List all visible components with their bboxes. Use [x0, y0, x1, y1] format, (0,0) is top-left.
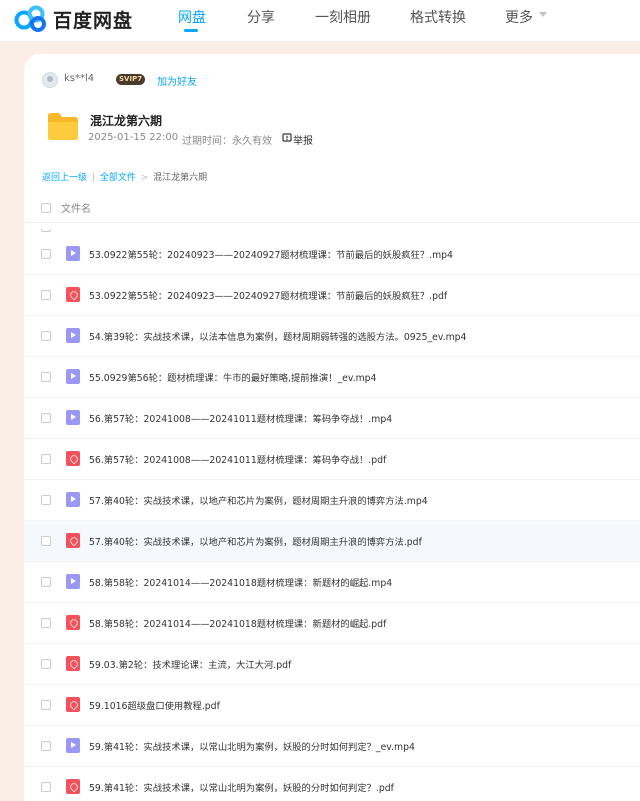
avatar[interactable] — [42, 72, 58, 88]
pdf-file-icon — [66, 615, 80, 630]
file-name[interactable]: 53.0922第55轮：20240923——20240927题材梳理课：节前最后… — [89, 247, 453, 261]
file-list: 53.0922第55轮：20240923——20240927题材梳理课：节前最后… — [24, 229, 640, 801]
file-row[interactable]: 54.第39轮：实战技术课，以法本信息为案例，题材周期弱转强的选股方法。0925… — [24, 316, 640, 357]
row-checkbox[interactable] — [41, 372, 51, 382]
file-row[interactable]: 59.第41轮：实战技术课，以常山北明为案例，妖股的分时如何判定？_ev.mp4 — [24, 726, 640, 767]
breadcrumb-all-files[interactable]: 全部文件 — [100, 173, 136, 183]
file-row[interactable]: 58.第58轮：20241014——20241018题材梳理课：新题材的崛起.m… — [24, 562, 640, 603]
file-row[interactable]: 57.第40轮：实战技术课，以地产和芯片为案例，题材周期主升浪的博弈方法.mp4 — [24, 480, 640, 521]
breadcrumb-back[interactable]: 返回上一级 — [42, 173, 87, 183]
nav-share[interactable]: 分享 — [247, 7, 275, 27]
logo-text[interactable]: 百度网盘 — [53, 6, 133, 33]
file-name[interactable]: 59.1016超级盘口使用教程.pdf — [89, 698, 220, 712]
file-name[interactable]: 58.第58轮：20241014——20241018题材梳理课：新题材的崛起.m… — [89, 575, 392, 589]
breadcrumb-divider: | — [91, 173, 95, 183]
share-panel: ks**l4 SVIP7 加为好友 混江龙第六期 2025-01-15 22:0… — [24, 54, 640, 801]
video-file-icon — [66, 738, 80, 753]
folder-icon — [48, 113, 78, 140]
nav-more[interactable]: 更多 — [505, 7, 533, 27]
pdf-file-icon — [66, 779, 80, 794]
row-checkbox[interactable] — [41, 782, 51, 792]
file-name[interactable]: 57.第40轮：实战技术课，以地产和芯片为案例，题材周期主升浪的博弈方法.mp4 — [89, 493, 428, 507]
file-row[interactable]: 56.第57轮：20241008——20241011题材梳理课：筹码争夺战！.m… — [24, 398, 640, 439]
column-header-filename[interactable]: 文件名 — [61, 200, 91, 215]
file-row[interactable]: 59.1016超级盘口使用教程.pdf — [24, 685, 640, 726]
nav-moment-album[interactable]: 一刻相册 — [315, 7, 371, 27]
share-date: 2025-01-15 22:00 — [88, 132, 179, 143]
video-file-icon — [66, 369, 80, 384]
video-file-icon — [66, 246, 80, 261]
pdf-file-icon — [66, 697, 80, 712]
video-file-icon — [66, 492, 80, 507]
chevron-down-icon[interactable] — [539, 12, 547, 17]
file-name[interactable]: 59.03.第2轮：技术理论课：主流，大江大河.pdf — [89, 657, 291, 671]
row-checkbox[interactable] — [41, 741, 51, 751]
file-name[interactable]: 54.第39轮：实战技术课，以法本信息为案例，题材周期弱转强的选股方法。0925… — [89, 329, 466, 343]
row-checkbox[interactable] — [41, 454, 51, 464]
row-checkbox[interactable] — [41, 700, 51, 710]
add-friend-link[interactable]: 加为好友 — [157, 73, 197, 88]
file-row[interactable]: 53.0922第55轮：20240923——20240927题材梳理课：节前最后… — [24, 275, 640, 316]
row-checkbox[interactable] — [41, 659, 51, 669]
breadcrumb-separator: > — [140, 173, 149, 183]
breadcrumb-current: 混江龙第六期 — [153, 173, 208, 183]
row-checkbox[interactable] — [41, 618, 51, 628]
pdf-file-icon — [66, 287, 80, 302]
file-name[interactable]: 56.第57轮：20241008——20241011题材梳理课：筹码争夺战！.p… — [89, 452, 386, 466]
row-checkbox[interactable] — [41, 413, 51, 423]
file-row[interactable]: 59.第41轮：实战技术课，以常山北明为案例，妖股的分时如何判定？.pdf — [24, 767, 640, 801]
file-name[interactable]: 55.0929第56轮：题材梳理课：牛市的最好策略,提前推演！_ev.mp4 — [89, 370, 376, 384]
baidu-netdisk-logo-icon[interactable] — [14, 5, 48, 33]
file-name[interactable]: 57.第40轮：实战技术课，以地产和芯片为案例，题材周期主升浪的博弈方法.pdf — [89, 534, 422, 548]
row-checkbox[interactable] — [41, 495, 51, 505]
file-name[interactable]: 56.第57轮：20241008——20241011题材梳理课：筹码争夺战！.m… — [89, 411, 392, 425]
breadcrumb: 返回上一级 | 全部文件 > 混江龙第六期 — [42, 170, 207, 183]
svip-badge: SVIP7 — [116, 74, 146, 85]
file-row[interactable]: 57.第40轮：实战技术课，以地产和芯片为案例，题材周期主升浪的博弈方法.pdf — [24, 521, 640, 562]
file-name[interactable]: 59.第41轮：实战技术课，以常山北明为案例，妖股的分时如何判定？_ev.mp4 — [89, 739, 415, 753]
file-row[interactable]: 53.0922第55轮：20240923——20240927题材梳理课：节前最后… — [24, 234, 640, 275]
pdf-file-icon — [66, 451, 80, 466]
top-navbar: 百度网盘 网盘 分享 一刻相册 格式转换 更多 — [0, 0, 640, 42]
file-name[interactable]: 53.0922第55轮：20240923——20240927题材梳理课：节前最后… — [89, 288, 447, 302]
file-name[interactable]: 58.第58轮：20241014——20241018题材梳理课：新题材的崛起.p… — [89, 616, 386, 630]
nav-format-convert[interactable]: 格式转换 — [410, 7, 466, 27]
pdf-file-icon — [66, 656, 80, 671]
file-row[interactable]: 59.03.第2轮：技术理论课：主流，大江大河.pdf — [24, 644, 640, 685]
video-file-icon — [66, 410, 80, 425]
row-checkbox[interactable] — [41, 536, 51, 546]
folder-title: 混江龙第六期 — [90, 114, 163, 128]
file-name[interactable]: 59.第41轮：实战技术课，以常山北明为案例，妖股的分时如何判定？.pdf — [89, 780, 394, 794]
select-all-checkbox[interactable] — [41, 203, 51, 213]
row-checkbox[interactable] — [41, 249, 51, 259]
video-file-icon — [66, 328, 80, 343]
partial-row-checkbox — [41, 229, 51, 232]
header-divider — [24, 222, 640, 223]
video-file-icon — [66, 574, 80, 589]
file-row[interactable]: 55.0929第56轮：题材梳理课：牛市的最好策略,提前推演！_ev.mp4 — [24, 357, 640, 398]
file-row[interactable]: 58.第58轮：20241014——20241018题材梳理课：新题材的崛起.p… — [24, 603, 640, 644]
pdf-file-icon — [66, 533, 80, 548]
sharer-username[interactable]: ks**l4 — [64, 73, 94, 84]
report-icon[interactable] — [282, 132, 292, 142]
row-checkbox[interactable] — [41, 331, 51, 341]
nav-netdisk[interactable]: 网盘 — [178, 7, 206, 27]
share-expiry: 过期时间：永久有效 — [182, 136, 272, 147]
file-row[interactable]: 56.第57轮：20241008——20241011题材梳理课：筹码争夺战！.p… — [24, 439, 640, 480]
row-checkbox[interactable] — [41, 290, 51, 300]
row-checkbox[interactable] — [41, 577, 51, 587]
report-link[interactable]: 举报 — [293, 132, 313, 147]
nav-active-indicator — [184, 29, 198, 32]
